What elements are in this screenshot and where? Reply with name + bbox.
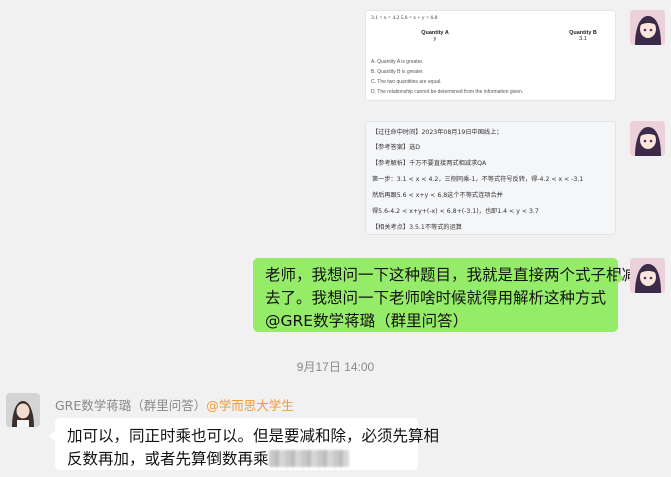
quantity-a-value: y: [433, 36, 437, 42]
option-c: C. The two quantities are equal.: [371, 79, 442, 85]
sender-tag: @学而思大学生: [206, 398, 294, 413]
quantity-a-column: Quantity A y: [410, 30, 460, 42]
reply-line-2-wrap: 反数再加，或者先算倒数再乘: [67, 448, 406, 471]
teacher-reply-bubble[interactable]: 加可以，同正时乘也可以。但是要减和除，必须先算相 反数再加，或者先算倒数再乘: [49, 418, 440, 471]
explain-line-7: 【相关考点】3.5.1不等式的运算: [372, 224, 462, 231]
avatar-me-icon[interactable]: [630, 258, 665, 293]
quantity-b-column: Quantity B 3.1: [558, 30, 608, 42]
question-condition: 3.1 < x < 4.2 5.6 < x + y < 6.8: [371, 15, 438, 21]
explain-line-2: 【参考答案】选D: [372, 144, 421, 151]
my-question-line-1: 老师，我想问一下这种题目，我就是直接两个式子相减: [265, 266, 638, 284]
explain-line-1: 【过往命中时间】2023年08月19日中国线上；: [372, 129, 503, 136]
explain-line-4: 第一步：3.1 < x < 4.2，三侧同乘-1，不等式符号反转，得-4.2 <…: [372, 176, 584, 183]
option-b: B. Quantity B is greater.: [371, 69, 424, 75]
my-question-line-3: @GRE数学蒋璐（群里问答）: [265, 312, 469, 330]
reply-line-2: 反数再加，或者先算倒数再乘: [67, 450, 269, 468]
option-d: D. The relationship cannot be determined…: [371, 89, 524, 95]
redacted-blur: [268, 450, 349, 467]
explanation-image-card[interactable]: 【过往命中时间】2023年08月19日中国线上； 【参考答案】选D 【参考解析】…: [365, 121, 616, 235]
avatar-me-icon[interactable]: [630, 121, 665, 156]
quantity-b-value: 3.1: [579, 36, 587, 42]
avatar-teacher-icon[interactable]: [6, 393, 40, 427]
explain-line-3: 【参考解析】千万不要直接两式相减求QA: [372, 160, 487, 167]
sender-name[interactable]: GRE数学蒋璐（群里问答）: [55, 398, 206, 413]
question-image-card[interactable]: 3.1 < x < 4.2 5.6 < x + y < 6.8 Quantity…: [365, 10, 616, 101]
avatar-me-icon[interactable]: [630, 10, 665, 45]
my-question-bubble[interactable]: 老师，我想问一下这种题目，我就是直接两个式子相减 去了。我想问一下老师啥时候就得…: [253, 258, 638, 332]
chat-timestamp: 9月17日 14:00: [296, 360, 375, 374]
explain-line-5: 然后再跟5.6 < x+y < 6.8这个不等式连项合并: [372, 192, 503, 199]
explain-line-6: 得5.6-4.2 < x+y+(-x) < 6.8+(-3.1)，也即1.4 <…: [372, 208, 539, 215]
reply-line-1: 加可以，同正时乘也可以。但是要减和除，必须先算相: [67, 427, 440, 445]
my-question-line-2: 去了。我想问一下老师啥时候就得用解析这种方式: [265, 289, 607, 307]
reply-sender: GRE数学蒋璐（群里问答）@学而思大学生: [55, 395, 294, 414]
option-a: A. Quantity A is greater.: [371, 59, 424, 65]
